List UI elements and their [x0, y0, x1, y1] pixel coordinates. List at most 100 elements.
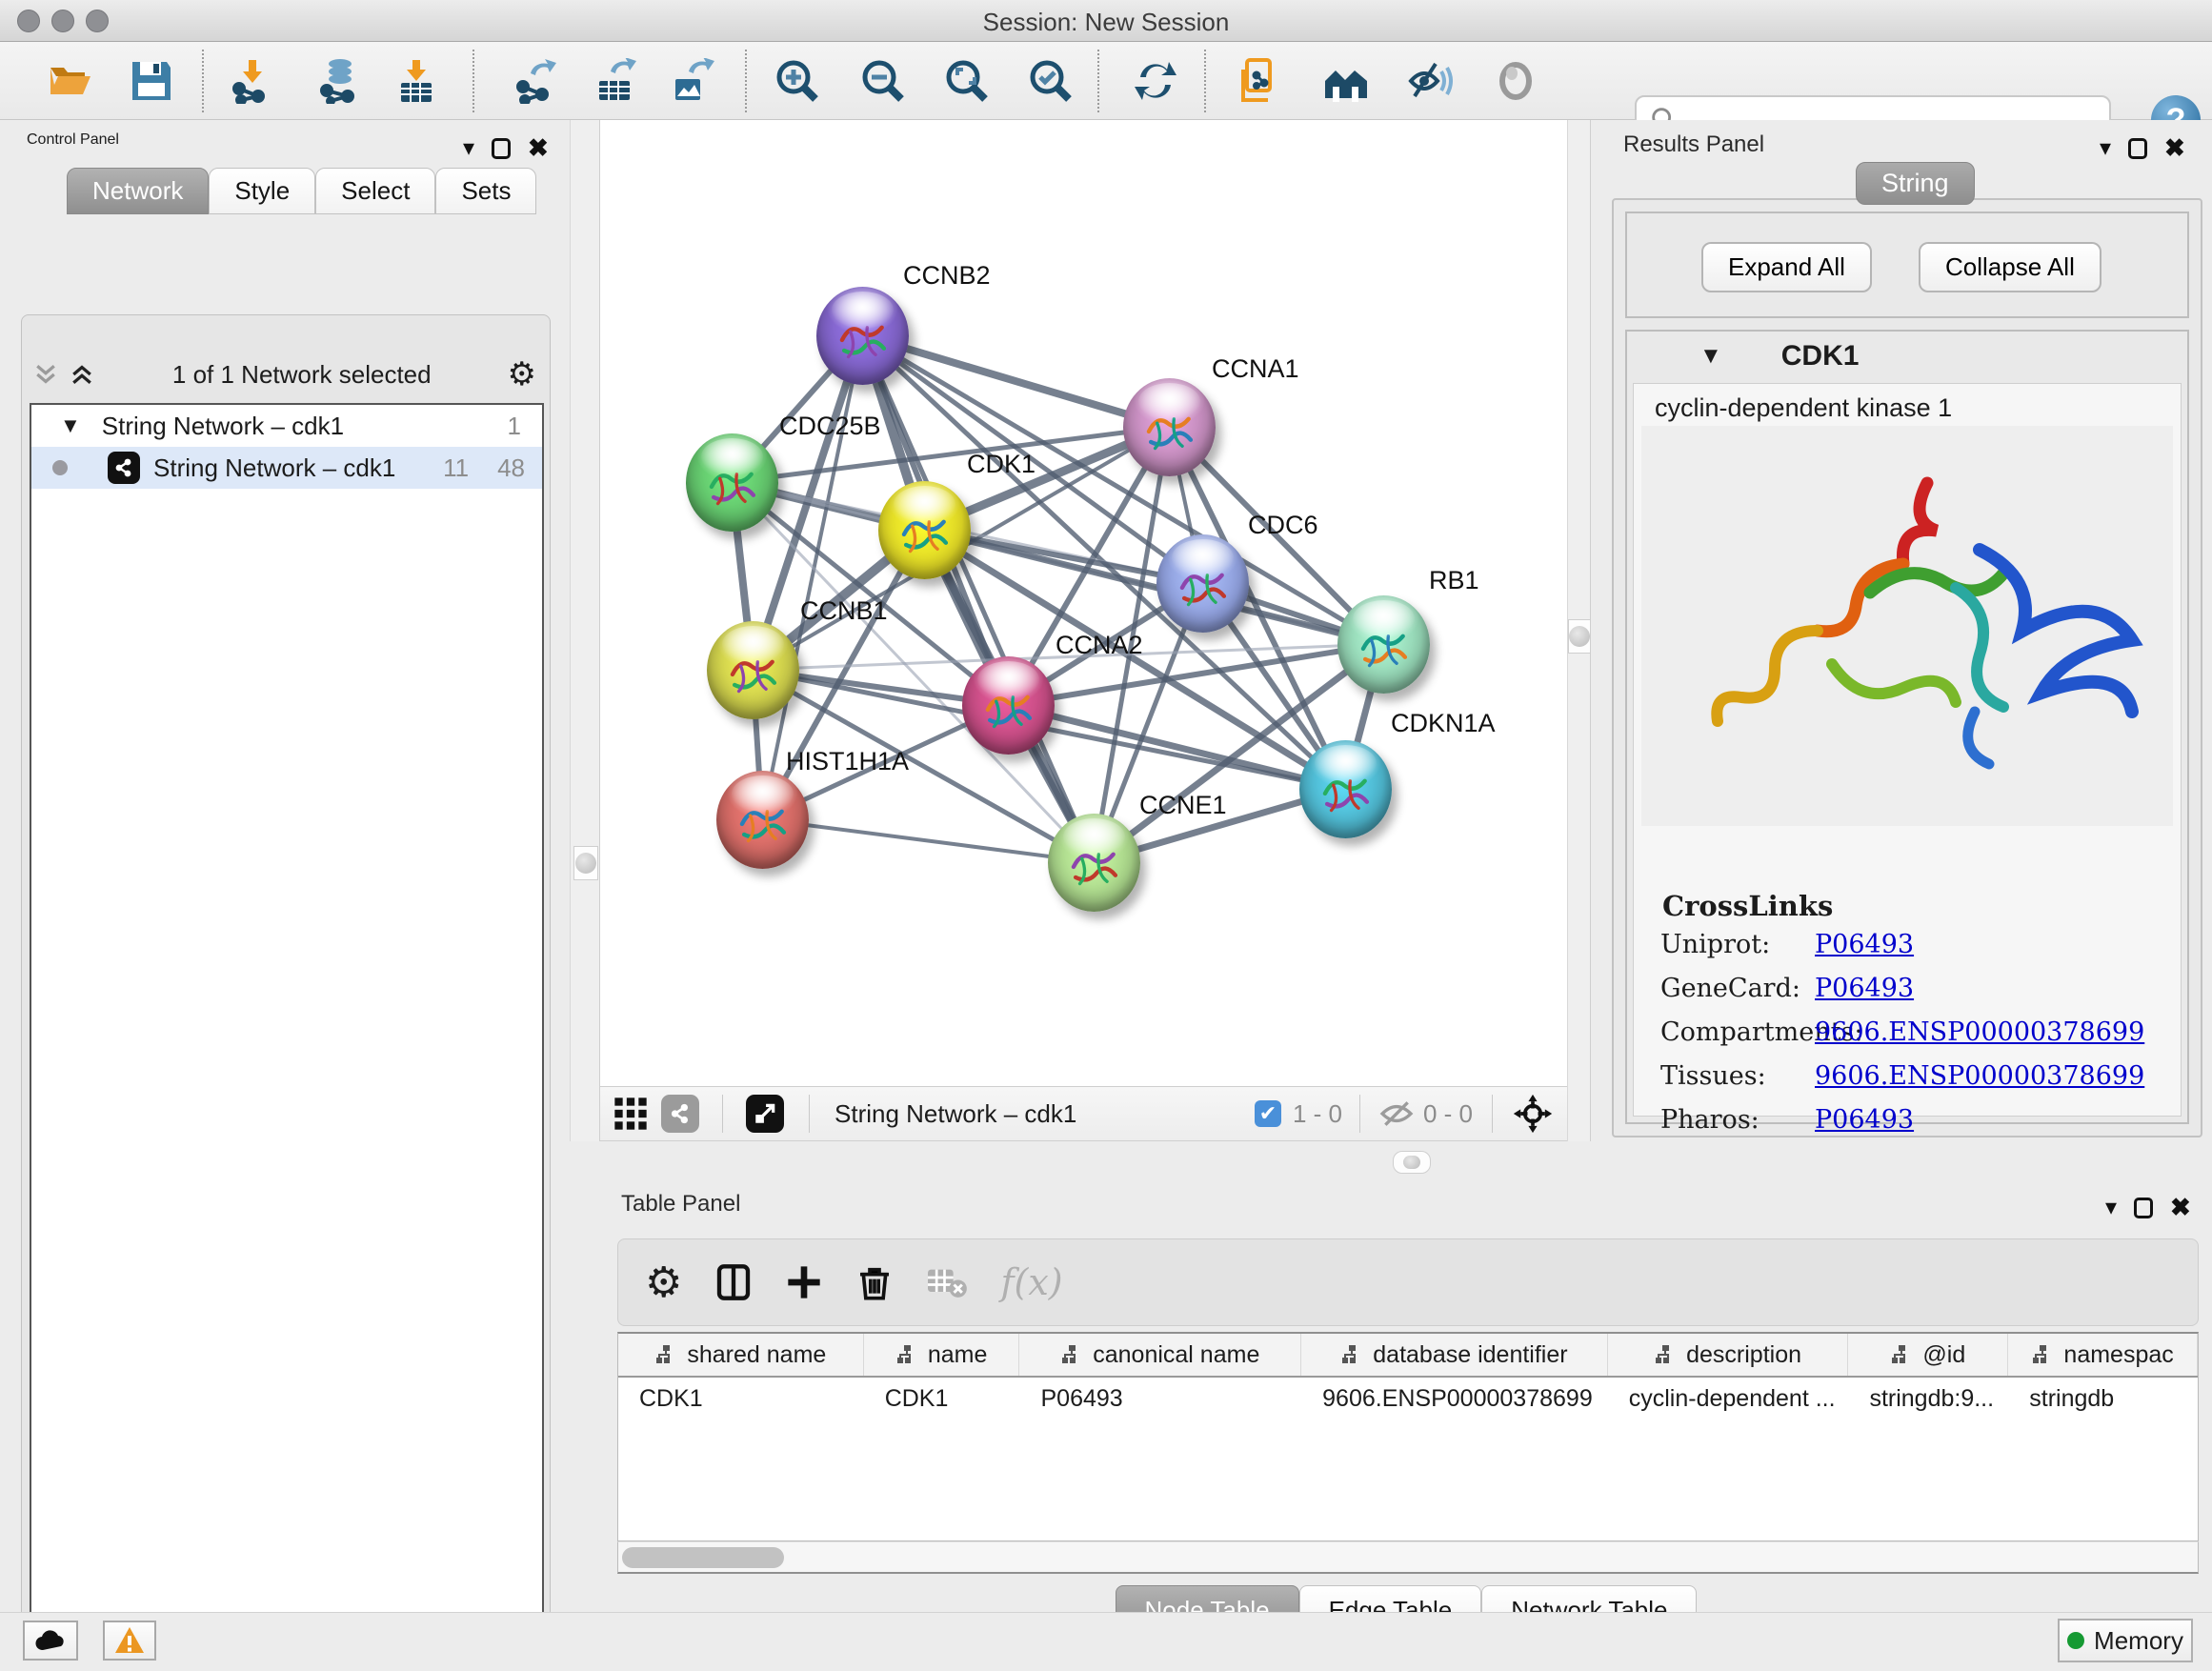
network-edge-count: 48: [497, 453, 525, 483]
node-CCNE1[interactable]: [1048, 814, 1140, 912]
show-columns-icon[interactable]: [714, 1263, 753, 1301]
export-network-button[interactable]: [511, 55, 562, 107]
table-cell[interactable]: P06493: [1020, 1378, 1302, 1419]
control-panel-menu-icon[interactable]: ▾: [463, 134, 474, 162]
expand-all-icon[interactable]: [68, 360, 96, 389]
apply-layout-button[interactable]: [1130, 55, 1181, 107]
memory-button[interactable]: Memory: [2058, 1619, 2193, 1662]
crosslink-value-link[interactable]: 9606.ENSP00000378699: [1815, 1017, 2144, 1047]
crosslink-value-link[interactable]: P06493: [1815, 974, 1914, 1003]
tab-sets[interactable]: Sets: [435, 168, 536, 214]
node-RB1[interactable]: [1337, 595, 1430, 694]
left-splitter[interactable]: [570, 120, 600, 1141]
table-cell[interactable]: stringdb:9...: [1848, 1378, 2008, 1419]
delete-column-icon[interactable]: [855, 1263, 894, 1301]
grid-view-icon[interactable]: [600, 1095, 661, 1133]
import-network-from-database-button[interactable]: [314, 55, 366, 107]
import-network-button[interactable]: [227, 55, 278, 107]
column-header-1[interactable]: shared name: [618, 1334, 864, 1376]
node-table[interactable]: shared name name canonical name database…: [617, 1332, 2199, 1541]
table-panel-menu-icon[interactable]: ▾: [2105, 1194, 2117, 1221]
table-horizontal-scrollbar[interactable]: [617, 1541, 2199, 1574]
node-CDKN1A[interactable]: [1299, 740, 1392, 838]
crosslink-value-link[interactable]: P06493: [1815, 1105, 1914, 1135]
warnings-button[interactable]: [103, 1621, 156, 1661]
show-hidden-button[interactable]: [1490, 55, 1541, 107]
right-splitter[interactable]: [1567, 120, 1591, 1141]
table-row[interactable]: CDK1CDK1P064939606.ENSP00000378699cyclin…: [618, 1378, 2198, 1419]
birds-eye-view-icon[interactable]: [746, 1095, 784, 1133]
column-header-2[interactable]: name: [864, 1334, 1020, 1376]
network-share-icon[interactable]: [661, 1095, 699, 1133]
export-image-button[interactable]: [667, 55, 718, 107]
node-CDC6[interactable]: [1156, 534, 1249, 633]
table-cell[interactable]: CDK1: [618, 1378, 864, 1419]
table-cell[interactable]: 9606.ENSP00000378699: [1301, 1378, 1608, 1419]
tab-string[interactable]: String: [1856, 162, 1975, 205]
clone-network-button[interactable]: [1235, 55, 1286, 107]
table-cell[interactable]: cyclin-dependent ...: [1608, 1378, 1849, 1419]
crosslink-value-link[interactable]: P06493: [1815, 930, 1914, 959]
zoom-selected-button[interactable]: [1025, 55, 1076, 107]
node-CCNB2[interactable]: [816, 287, 909, 385]
table-panel-float-icon[interactable]: [2134, 1198, 2153, 1218]
results-panel-menu-icon[interactable]: ▾: [2100, 134, 2111, 162]
open-session-button[interactable]: [44, 55, 95, 107]
node-CDC25B[interactable]: [686, 433, 778, 532]
collapse-all-button[interactable]: Collapse All: [1919, 242, 2101, 292]
network-collection-row[interactable]: ▼ String Network – cdk1 1: [31, 405, 542, 447]
cloud-button[interactable]: [23, 1621, 78, 1661]
network-options-gear-icon[interactable]: ⚙: [508, 355, 536, 393]
node-label-HIST1H1A: HIST1H1A: [786, 747, 909, 776]
collection-count: 1: [508, 412, 521, 441]
expand-all-button[interactable]: Expand All: [1701, 242, 1872, 292]
zoom-fit-button[interactable]: [941, 55, 993, 107]
node-HIST1H1A[interactable]: [716, 771, 809, 869]
hide-selected-button[interactable]: [1404, 55, 1456, 107]
import-table-button[interactable]: [391, 55, 442, 107]
zoom-out-button[interactable]: [857, 55, 909, 107]
scrollbar-thumb[interactable]: [622, 1547, 784, 1568]
table-settings-gear-icon[interactable]: ⚙: [645, 1258, 682, 1307]
right-splitter-grip[interactable]: [1568, 619, 1591, 654]
collection-expand-icon[interactable]: ▼: [60, 413, 81, 438]
save-session-button[interactable]: [126, 55, 177, 107]
table-cell[interactable]: CDK1: [864, 1378, 1020, 1419]
results-panel-float-icon[interactable]: [2128, 138, 2147, 159]
column-header-3[interactable]: canonical name: [1019, 1334, 1301, 1376]
tab-network[interactable]: Network: [67, 168, 209, 214]
add-column-icon[interactable]: [785, 1263, 823, 1301]
crosslink-value-link[interactable]: 9606.ENSP00000378699: [1815, 1061, 2144, 1091]
column-header-5[interactable]: description: [1608, 1334, 1849, 1376]
control-panel-close-icon[interactable]: ✖: [528, 133, 549, 163]
zoom-in-button[interactable]: [772, 55, 823, 107]
collapse-all-icon[interactable]: [31, 360, 60, 389]
node-label-RB1: RB1: [1429, 566, 1479, 595]
edge-HIST1H1A-CCNE1[interactable]: [762, 819, 1094, 862]
tab-select[interactable]: Select: [315, 168, 435, 214]
left-splitter-grip[interactable]: [573, 846, 598, 880]
column-header-6[interactable]: @id: [1848, 1334, 2008, 1376]
selected-checkbox-icon[interactable]: ✔: [1255, 1100, 1281, 1127]
edge-CCNB2-CCNE1[interactable]: [862, 335, 1094, 862]
network-edges: [600, 120, 1567, 1086]
show-all-networks-button[interactable]: [1320, 55, 1372, 107]
tab-style[interactable]: Style: [209, 168, 315, 214]
node-CCNA2[interactable]: [962, 656, 1055, 755]
column-header-4[interactable]: database identifier: [1301, 1334, 1608, 1376]
table-panel-close-icon[interactable]: ✖: [2170, 1193, 2191, 1222]
node-CCNA1[interactable]: [1123, 378, 1216, 476]
export-table-button[interactable]: [591, 55, 642, 107]
table-cell[interactable]: stringdb: [2008, 1378, 2198, 1419]
pan-crosshair-icon[interactable]: [1512, 1093, 1554, 1135]
network-canvas[interactable]: CCNB2 CCNA1 CDC25B CDK1 CDC6 RB1 CCNB1: [600, 120, 1567, 1086]
network-row[interactable]: String Network – cdk1 11 48: [31, 447, 542, 489]
entry-collapse-icon[interactable]: ▼: [1699, 343, 1722, 370]
node-CDK1[interactable]: [878, 481, 971, 579]
function-builder-icon: f(x): [1000, 1261, 1062, 1303]
column-header-7[interactable]: namespac: [2008, 1334, 2198, 1376]
bottom-splitter-grip[interactable]: [1393, 1151, 1431, 1174]
results-panel-close-icon[interactable]: ✖: [2164, 133, 2185, 163]
control-panel-float-icon[interactable]: [492, 138, 511, 159]
node-CCNB1[interactable]: [707, 621, 799, 719]
